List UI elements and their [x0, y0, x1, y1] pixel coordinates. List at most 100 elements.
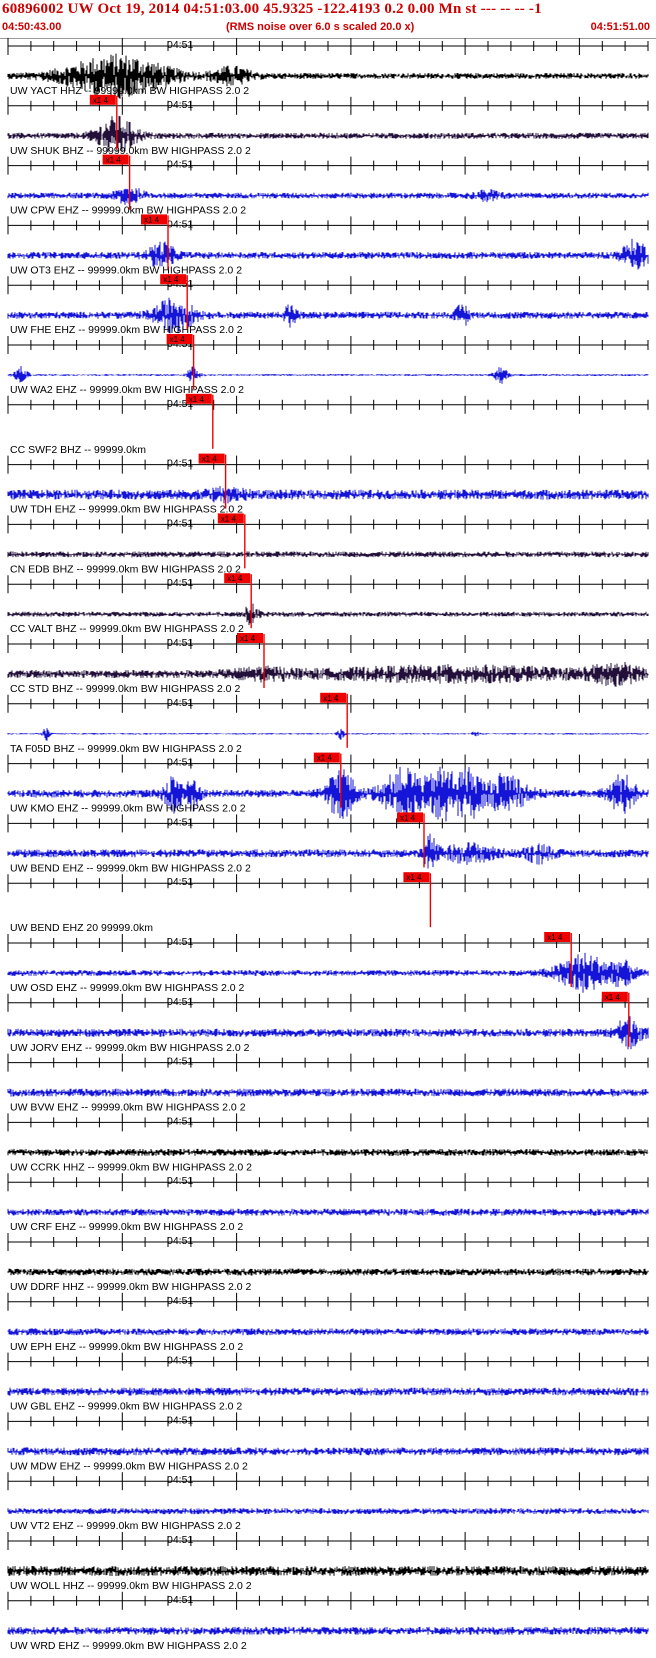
station-label: UW YACT HHZ -- 99999.0km BW HIGHPASS 2.0… — [10, 85, 249, 97]
station-label: UW BVW EHZ -- 99999.0km BW HIGHPASS 2.0 … — [10, 1102, 246, 1114]
trace-row: 04:51 UW GBL EHZ -- 99999.0km BW HIGHPASS… — [7, 1352, 649, 1413]
pick-label: x1 4 — [93, 96, 109, 105]
trace-row: 04:51 UW OSD EHZ -- 99999.0km BW HIGHPASS… — [7, 934, 649, 994]
station-label: CC STD BHZ -- 99999.0km BW HIGHPASS 2.0 … — [10, 683, 240, 695]
trace-row: 04:51 UW TDH EHZ -- 99999.0km BW HIGHPASS… — [7, 455, 649, 516]
start-time: 04:50:43.00 — [2, 21, 62, 33]
station-label: UW SHUK BHZ -- 99999.0km BW HIGHPASS 2.0… — [10, 145, 251, 157]
waveform — [7, 1088, 649, 1097]
waveform — [7, 188, 649, 206]
trace-row: 04:51 UW OT3 EHZ -- 99999.0km BW HIGHPASS… — [7, 216, 649, 276]
trace-row: 04:51 UW DDRF HHZ -- 99999.0km BW HIGHPAS… — [7, 1233, 649, 1293]
time-tick-label: 04:51 — [167, 1295, 193, 1307]
trace-row: 04:51CC SWF2 BHZ -- 99999.0km — [7, 395, 649, 456]
station-label: TA F05D BHZ -- 99999.0km BW HIGHPASS 2.0… — [10, 743, 242, 755]
waveform — [7, 1387, 649, 1396]
trace-row: 04:51 UW EPH EHZ -- 99999.0km BW HIGHPASS… — [7, 1292, 649, 1353]
time-tick-label: 04:51 — [167, 39, 193, 51]
station-label: UW OT3 EHZ -- 99999.0km BW HIGHPASS 2.0 … — [10, 264, 242, 276]
time-tick-label: 04:51 — [167, 936, 193, 948]
trace-row: 04:51 CC STD BHZ -- 99999.0km BW HIGHPASS… — [7, 635, 649, 695]
waveform — [7, 1626, 649, 1635]
station-label: UW EPH EHZ -- 99999.0km BW HIGHPASS 2.0 … — [10, 1341, 243, 1353]
pick-label: x1 4 — [189, 395, 205, 404]
time-tick-label: 04:51 — [167, 517, 193, 529]
pick-label: x1 4 — [547, 933, 563, 942]
phase-pick: x1 4 — [102, 154, 131, 210]
pick-label: x1 4 — [106, 156, 122, 165]
waveform — [7, 603, 649, 626]
trace-row: 04:51 UW YACT HHZ -- 99999.0km BW HIGHPAS… — [7, 38, 649, 99]
time-tick-label: 04:51 — [167, 1056, 193, 1068]
header: 60896002 UW Oct 19, 2014 04:51:03.00 45.… — [0, 0, 656, 39]
end-time: 04:51:51.00 — [590, 21, 650, 33]
station-label: UW KMO EHZ -- 99999.0km BW HIGHPASS 2.0 … — [10, 803, 246, 815]
station-label: CN EDB BHZ -- 99999.0km BW HIGHPASS 2.0 … — [10, 563, 241, 575]
pick-label: x1 4 — [406, 873, 422, 882]
time-tick-label: 04:51 — [167, 1534, 193, 1546]
trace-row: 04:51 UW MDW EHZ -- 99999.0km BW HIGHPASS… — [7, 1412, 649, 1472]
trace-row: 04:51 UW WOLL HHZ -- 99999.0km BW HIGHPAS… — [7, 1532, 649, 1592]
time-tick-label: 04:51 — [167, 159, 193, 171]
event-title: 60896002 UW Oct 19, 2014 04:51:03.00 45.… — [2, 1, 542, 17]
trace-row: 04:51 UW JORV EHZ -- 99999.0km BW HIGHPAS… — [7, 993, 649, 1054]
rms-noise-note: (RMS noise over 6.0 s scaled 20.0 x) — [226, 21, 415, 33]
waveform — [7, 366, 649, 384]
station-label: UW BEND EHZ 20 99999.0km — [10, 922, 153, 934]
time-tick-label: 04:51 — [167, 1594, 193, 1606]
station-label: CC SWF2 BHZ -- 99999.0km — [10, 444, 146, 456]
station-label: UW WRD EHZ -- 99999.0km BW HIGHPASS 2.0 … — [10, 1640, 247, 1652]
station-label: UW FHE EHZ -- 99999.0km BW HIGHPASS 2.0 … — [10, 324, 243, 336]
time-tick-label: 04:51 — [167, 876, 193, 888]
pick-label: x1 4 — [317, 754, 333, 763]
trace-row: 04:51 UW SHUK BHZ -- 99999.0km BW HIGHPAS… — [7, 96, 649, 157]
station-label: UW WOLL HHZ -- 99999.0km BW HIGHPASS 2.0… — [10, 1580, 252, 1592]
time-tick-label: 04:51 — [167, 1115, 193, 1127]
station-label: UW VT2 EHZ -- 99999.0km BW HIGHPASS 2.0 … — [10, 1520, 241, 1532]
station-label: UW BEND EHZ -- 99999.0km BW HIGHPASS 2.0… — [10, 862, 251, 874]
time-tick-label: 04:51 — [167, 458, 193, 470]
pick-label: x1 4 — [400, 813, 416, 822]
station-label: UW CPW EHZ -- 99999.0km BW HIGHPASS 2.0 … — [10, 205, 246, 217]
pick-label: x1 4 — [227, 574, 243, 583]
pick-label: x1 4 — [163, 275, 179, 284]
time-tick-label: 04:51 — [167, 757, 193, 769]
time-tick-label: 04:51 — [167, 996, 193, 1008]
trace-row: 04:51 TA F05D BHZ -- 99999.0km BW HIGHPAS… — [7, 694, 649, 755]
waveform — [7, 1566, 649, 1576]
trace-row: 04:51UW FHE EHZ -- 99999.0km BW HIGHPASS… — [7, 276, 649, 336]
waveform — [7, 1208, 649, 1216]
trace-row: 04:51 CC VALT BHZ -- 99999.0km BW HIGHPAS… — [7, 575, 649, 635]
time-tick-label: 04:51 — [167, 99, 193, 111]
phase-pick: x1 4 — [185, 393, 214, 449]
waveform — [7, 1508, 649, 1515]
waveform — [7, 1328, 649, 1336]
trace-row: 04:51 CN EDB BHZ -- 99999.0km BW HIGHPASS… — [7, 515, 649, 575]
pick-label: x1 4 — [144, 215, 160, 224]
trace-row: 04:51 UW CCRK HHZ -- 99999.0km BW HIGHPAS… — [7, 1113, 649, 1173]
pick-label: x1 4 — [323, 694, 339, 703]
trace-row: 04:51 UW KMO EHZ -- 99999.0km BW HIGHPASS… — [7, 754, 649, 822]
phase-pick: x1 4 — [320, 692, 348, 748]
station-label: UW MDW EHZ -- 99999.0km BW HIGHPASS 2.0 … — [10, 1460, 248, 1472]
waveform — [7, 551, 649, 558]
waveform — [7, 728, 649, 741]
station-label: UW CCRK HHZ -- 99999.0km BW HIGHPASS 2.0… — [10, 1161, 252, 1173]
station-label: UW OSD EHZ -- 99999.0km BW HIGHPASS 2.0 … — [10, 982, 245, 994]
time-tick-label: 04:51 — [167, 1355, 193, 1367]
waveform — [7, 1447, 649, 1456]
time-tick-label: 04:51 — [167, 637, 193, 649]
pick-label: x1 4 — [221, 514, 237, 523]
trace-row: 04:51 UW BVW EHZ -- 99999.0km BW HIGHPASS… — [7, 1053, 649, 1114]
phase-pick: x1 4 — [217, 513, 246, 569]
trace-row: 04:51UW WA2 EHZ -- 99999.0km BW HIGHPASS… — [7, 336, 649, 396]
pick-label: x1 4 — [240, 634, 256, 643]
trace-row: 04:51 UW BEND EHZ 20 99999.0km — [7, 874, 649, 934]
time-tick-label: 04:51 — [167, 1175, 193, 1187]
station-label: UW JORV EHZ -- 99999.0km BW HIGHPASS 2.0… — [10, 1042, 250, 1054]
waveform — [7, 1268, 649, 1276]
time-tick-label: 04:51 — [167, 1474, 193, 1486]
station-label: UW TDH EHZ -- 99999.0km BW HIGHPASS 2.0 … — [10, 504, 243, 516]
time-tick-label: 04:51 — [167, 1414, 193, 1426]
time-tick-label: 04:51 — [167, 697, 193, 709]
